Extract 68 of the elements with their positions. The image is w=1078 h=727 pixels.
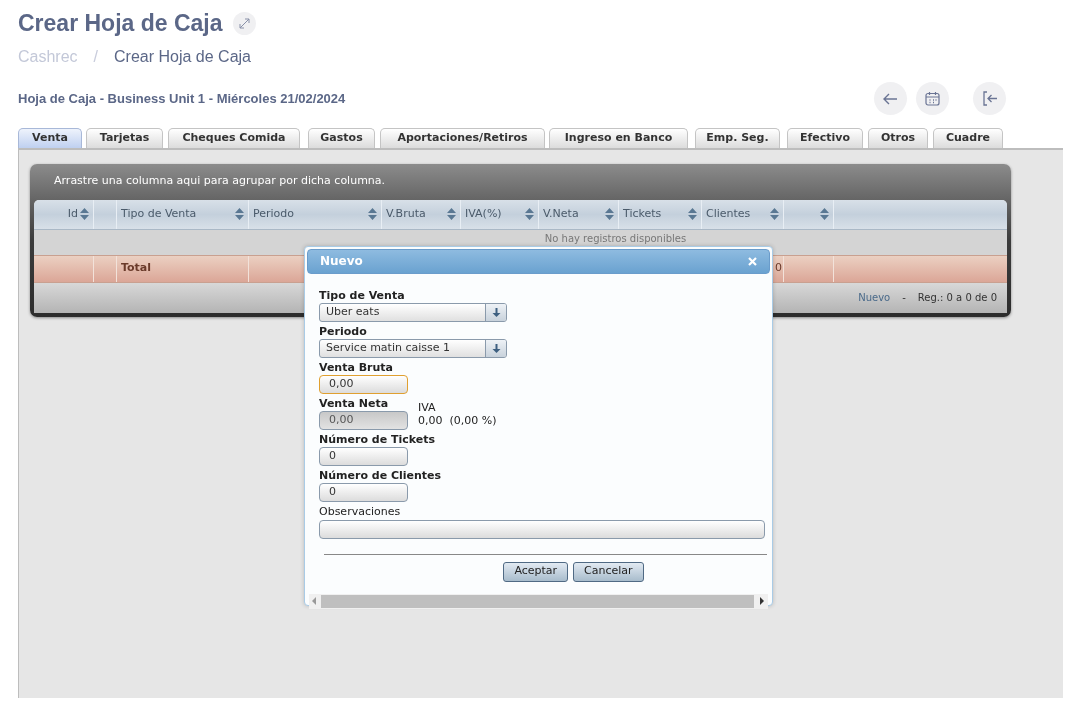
calendar-button[interactable] [916, 82, 949, 115]
total-label: Total [121, 260, 152, 277]
tab[interactable]: Tarjetas [86, 127, 163, 148]
dropdown-field[interactable]: Service matin caisse 1 [319, 338, 507, 358]
separator-text: - [902, 291, 906, 305]
breadcrumb-separator: / [93, 46, 99, 67]
tab[interactable]: Aportaciones/Retiros [380, 127, 545, 148]
arrow-left-icon [883, 92, 898, 105]
field-label: Número de Tickets [319, 432, 435, 447]
arrow-down-icon [491, 307, 501, 317]
iva-label: IVA [418, 400, 436, 414]
field-label: Tipo de Venta [319, 288, 405, 303]
tab[interactable]: Otros [868, 127, 928, 148]
iva-value: 0,00 (0,00 %) [418, 413, 497, 428]
input-field[interactable]: 0 [319, 482, 408, 502]
dialog-button[interactable]: Aceptar [503, 561, 569, 582]
column-header[interactable]: Periodo [249, 199, 382, 229]
empty-message: No hay registros disponibles [544, 232, 687, 244]
horizontal-scrollbar[interactable] [309, 593, 768, 609]
column-header[interactable]: Id [34, 199, 94, 229]
page-title: Crear Hoja de Caja [18, 9, 223, 38]
field-label: Observaciones [319, 504, 401, 519]
sheet-subtitle: Hoja de Caja - Business Unit 1 - Miércoles 21/02/2024 [18, 89, 346, 108]
breadcrumb-item: Crear Hoja de Caja [114, 46, 251, 67]
tab[interactable]: Venta [18, 127, 82, 148]
record-count: Reg.: 0 a 0 de 0 [917, 291, 997, 305]
field-label: Periodo [319, 324, 367, 339]
dropdown-field[interactable]: Uber eats [319, 302, 507, 322]
arrow-down-icon [491, 343, 501, 353]
column-header[interactable]: V.Bruta [382, 199, 461, 229]
sort-icon [525, 208, 534, 220]
column-header[interactable]: Tickets [619, 199, 702, 229]
group-hint: Arrastre una columna aqui para agrupar por dicha columna. [54, 173, 386, 190]
sort-icon [368, 208, 377, 220]
dialog-title: Nuevo [320, 253, 363, 270]
sort-icon [447, 208, 456, 220]
column-header[interactable]: V.Neta [539, 199, 619, 229]
tab[interactable]: Ingreso en Banco [549, 127, 688, 148]
input-field[interactable]: 0,00 [319, 374, 408, 394]
sort-icon [605, 208, 614, 220]
tab[interactable]: Gastos [308, 127, 375, 148]
expand-icon [238, 17, 250, 29]
dialog-button[interactable]: Cancelar [573, 561, 644, 582]
expand-button[interactable] [232, 11, 256, 35]
close-icon[interactable] [748, 256, 757, 266]
sort-icon [235, 208, 244, 220]
exit-icon [981, 91, 998, 106]
exit-button[interactable] [973, 82, 1006, 115]
column-header[interactable]: IVA(%) [461, 199, 539, 229]
calendar-icon [925, 91, 940, 106]
tab[interactable]: Emp. Seg. [695, 127, 780, 148]
sort-icon [770, 208, 779, 220]
sort-icon [820, 208, 829, 220]
field-label: Número de Clientes [319, 468, 442, 483]
field-label: Venta Neta [319, 396, 389, 411]
tab[interactable]: Cuadre [933, 127, 1003, 148]
scrollbar-thumb[interactable] [321, 594, 754, 608]
column-header[interactable]: Tipo de Venta [117, 199, 249, 229]
sort-icon [80, 208, 89, 220]
tab[interactable]: Cheques Comida [168, 127, 300, 148]
table-cell: 0 [775, 260, 782, 277]
column-header[interactable]: Clientes [702, 199, 784, 229]
back-button[interactable] [874, 82, 907, 115]
field-label: Venta Bruta [319, 360, 394, 375]
tab[interactable]: Efectivo [787, 127, 863, 148]
sort-icon [688, 208, 697, 220]
observations-field[interactable] [319, 519, 765, 539]
input-field[interactable]: 0 [319, 446, 408, 466]
